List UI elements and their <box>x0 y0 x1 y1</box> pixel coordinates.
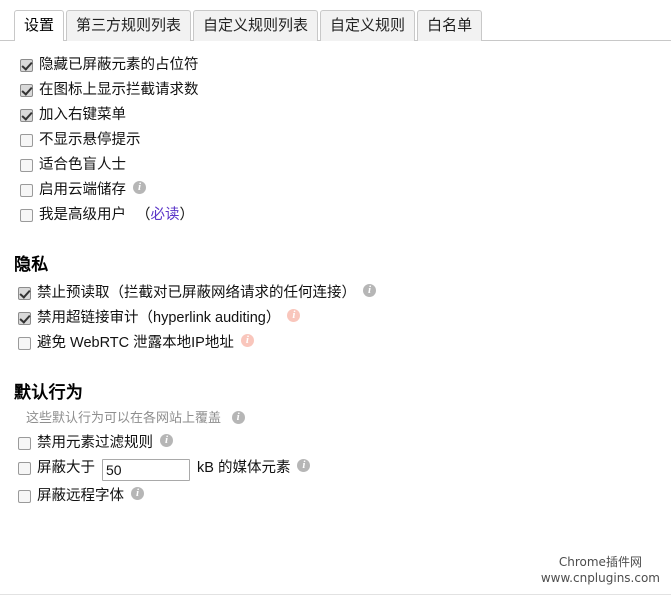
option-label-prefix[interactable]: 屏蔽大于 <box>37 459 95 478</box>
checkbox-hide-placeholders[interactable] <box>20 59 33 72</box>
tab-custom-filter-lists[interactable]: 自定义规则列表 <box>193 10 319 41</box>
footer-divider <box>0 594 671 595</box>
checkbox-context-menu[interactable] <box>20 109 33 122</box>
info-icon[interactable] <box>131 486 144 500</box>
default-behavior-note: 这些默认行为可以在各网站上覆盖 <box>26 409 671 427</box>
option-label[interactable]: 屏蔽远程字体 <box>37 487 124 506</box>
tab-custom-filters[interactable]: 自定义规则 <box>320 10 416 41</box>
option-advanced-user[interactable]: 我是高级用户 （必读） <box>0 203 671 228</box>
option-label[interactable]: 禁用超链接审计（hyperlink auditing） <box>37 309 280 328</box>
checkbox-advanced-user[interactable] <box>20 209 33 222</box>
tab-label: 自定义规则列表 <box>203 17 309 34</box>
tab-whitelist[interactable]: 白名单 <box>417 10 483 41</box>
privacy-heading: 隐私 <box>14 255 49 274</box>
checkbox-colorblind[interactable] <box>20 159 33 172</box>
option-block-remote-fonts[interactable]: 屏蔽远程字体 <box>0 484 671 509</box>
watermark-line-2: www.cnplugins.com <box>540 571 660 585</box>
option-label[interactable]: 适合色盲人士 <box>39 156 126 175</box>
checkbox-block-large-media[interactable] <box>18 462 31 475</box>
option-disable-prefetching[interactable]: 禁止预读取（拦截对已屏蔽网络请求的任何连接） <box>0 281 671 306</box>
option-label[interactable]: 不显示悬停提示 <box>39 131 141 150</box>
tab-bar: 设置 第三方规则列表 自定义规则列表 自定义规则 白名单 <box>0 0 671 42</box>
checkbox-disable-hyperlink-auditing[interactable] <box>18 312 31 325</box>
checkbox-disable-cosmetic-filtering[interactable] <box>18 437 31 450</box>
option-context-menu[interactable]: 加入右键菜单 <box>0 103 671 128</box>
checkbox-show-badge-count[interactable] <box>20 84 33 97</box>
watermark: Chrome插件网 www.cnplugins.com <box>541 554 660 586</box>
option-label[interactable]: 避免 WebRTC 泄露本地IP地址 <box>37 334 234 353</box>
info-icon[interactable] <box>287 308 301 322</box>
info-icon[interactable] <box>240 333 254 347</box>
info-icon[interactable] <box>133 180 146 194</box>
tab-label: 白名单 <box>427 17 473 34</box>
tab-label: 设置 <box>24 17 55 34</box>
option-label[interactable]: 禁止预读取（拦截对已屏蔽网络请求的任何连接） <box>37 284 356 303</box>
option-cloud-storage[interactable]: 启用云端储存 <box>0 178 671 203</box>
tab-settings[interactable]: 设置 <box>14 10 65 42</box>
tab-label: 第三方规则列表 <box>76 17 182 34</box>
tab-third-party-filter-lists[interactable]: 第三方规则列表 <box>66 10 192 41</box>
info-icon[interactable] <box>363 283 376 297</box>
checkbox-block-remote-fonts[interactable] <box>18 490 31 503</box>
close-paren: ） <box>179 207 195 223</box>
option-no-tooltips[interactable]: 不显示悬停提示 <box>0 128 671 153</box>
default-behavior-heading: 默认行为 <box>14 383 84 402</box>
option-label-suffix[interactable]: kB 的媒体元素 <box>197 459 290 478</box>
checkbox-disable-prefetching[interactable] <box>18 287 31 300</box>
option-label[interactable]: 加入右键菜单 <box>39 106 126 125</box>
option-hide-placeholders[interactable]: 隐藏已屏蔽元素的占位符 <box>0 53 671 78</box>
option-label[interactable]: 禁用元素过滤规则 <box>37 434 153 453</box>
settings-panel: 隐藏已屏蔽元素的占位符 在图标上显示拦截请求数 加入右键菜单 不显示悬停提示 适… <box>0 41 671 509</box>
checkbox-cloud-storage[interactable] <box>20 184 33 197</box>
option-disable-cosmetic-filtering[interactable]: 禁用元素过滤规则 <box>0 431 671 456</box>
option-prevent-webrtc-leak[interactable]: 避免 WebRTC 泄露本地IP地址 <box>0 331 671 356</box>
watermark-line-1: Chrome插件网 <box>558 555 642 569</box>
option-show-badge-count[interactable]: 在图标上显示拦截请求数 <box>0 78 671 103</box>
media-size-input[interactable] <box>102 459 190 481</box>
info-icon[interactable] <box>297 458 311 472</box>
option-colorblind[interactable]: 适合色盲人士 <box>0 153 671 178</box>
open-paren: （ <box>136 207 151 223</box>
checkbox-prevent-webrtc-leak[interactable] <box>18 337 31 350</box>
option-label[interactable]: 我是高级用户 <box>39 206 126 225</box>
note-text: 这些默认行为可以在各网站上覆盖 <box>26 410 222 425</box>
info-icon[interactable] <box>231 410 245 424</box>
option-label[interactable]: 在图标上显示拦截请求数 <box>39 81 199 100</box>
option-disable-hyperlink-auditing[interactable]: 禁用超链接审计（hyperlink auditing） <box>0 306 671 331</box>
option-block-large-media[interactable]: 屏蔽大于 kB 的媒体元素 <box>0 456 671 484</box>
option-label[interactable]: 隐藏已屏蔽元素的占位符 <box>39 56 199 75</box>
option-label[interactable]: 启用云端储存 <box>39 181 126 200</box>
info-icon[interactable] <box>160 433 173 447</box>
checkbox-no-tooltips[interactable] <box>20 134 33 147</box>
tab-label: 自定义规则 <box>330 17 406 34</box>
must-read-link[interactable]: 必读 <box>151 207 180 223</box>
